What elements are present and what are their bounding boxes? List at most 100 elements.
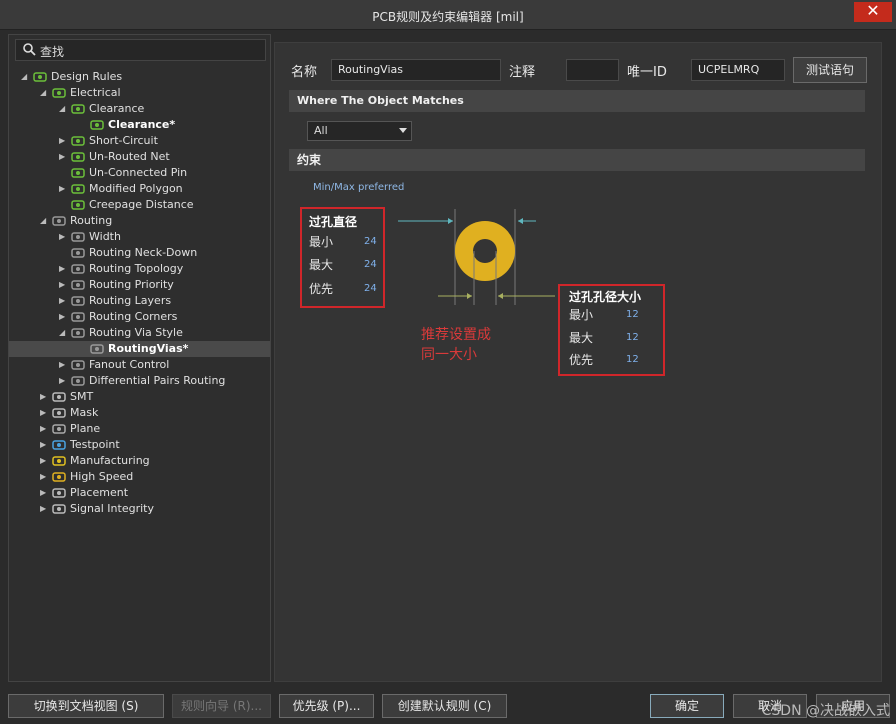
expand-arrow-icon[interactable]: ▶ — [59, 149, 67, 165]
tree-item[interactable]: ◢ Design Rules — [9, 69, 270, 85]
tree-item-label: Mask — [70, 406, 99, 419]
via-diameter-box: 过孔直径 最小 24 最大 24 优先 24 — [300, 207, 385, 308]
hole-arrowhead-left — [467, 293, 472, 299]
via-diameter-max-value[interactable]: 24 — [364, 259, 377, 270]
expand-arrow-icon[interactable]: ▶ — [59, 261, 67, 277]
where-select[interactable]: All — [307, 121, 412, 141]
where-header: Where The Object Matches — [289, 90, 865, 112]
expand-arrow-icon[interactable]: ▶ — [40, 405, 48, 421]
expand-arrow-icon[interactable]: ▶ — [40, 485, 48, 501]
tree-item[interactable]: ▶ Routing Layers — [9, 293, 270, 309]
watermark: CSDN @决战嵌入式 — [761, 703, 890, 719]
tree-item[interactable]: ▶ Routing Corners — [9, 309, 270, 325]
recommendation-note: 推荐设置成 同一大小 — [421, 325, 491, 365]
via-diagram — [398, 209, 555, 305]
tree-item[interactable]: ▶ Short-Circuit — [9, 133, 270, 149]
tree-item[interactable]: Routing Neck-Down — [9, 245, 270, 261]
mask-icon — [52, 408, 66, 418]
tree-item-label: Signal Integrity — [70, 502, 154, 515]
tree-item[interactable]: ▶ Routing Topology — [9, 261, 270, 277]
tree-item[interactable]: Creepage Distance — [9, 197, 270, 213]
tree-item[interactable]: Un-Connected Pin — [9, 165, 270, 181]
collapse-arrow-icon[interactable]: ◢ — [21, 69, 29, 85]
tree-item[interactable]: RoutingVias* — [9, 341, 270, 357]
expand-arrow-icon[interactable]: ▶ — [59, 309, 67, 325]
expand-arrow-icon[interactable]: ▶ — [40, 437, 48, 453]
tree-item[interactable]: ◢ Routing Via Style — [9, 325, 270, 341]
expand-arrow-icon[interactable]: ▶ — [59, 293, 67, 309]
tree-item[interactable]: ▶ Modified Polygon — [9, 181, 270, 197]
comment-field[interactable] — [566, 59, 619, 81]
create-default-rules-button[interactable]: 创建默认规则 (C) — [382, 694, 507, 718]
name-label: 名称 — [291, 65, 318, 80]
via-diameter-min-label: 最小 — [309, 235, 334, 249]
modified-polygon-icon — [71, 184, 85, 194]
expand-arrow-icon[interactable]: ▶ — [40, 421, 48, 437]
tree-item[interactable]: ▶ Testpoint — [9, 437, 270, 453]
tree-item[interactable]: ▶ Manufacturing — [9, 453, 270, 469]
tree-item[interactable]: ▶ Differential Pairs Routing — [9, 373, 270, 389]
placement-icon — [52, 488, 66, 498]
collapse-arrow-icon[interactable]: ◢ — [40, 213, 48, 229]
fanout-icon — [71, 360, 85, 370]
unique-id-field[interactable]: UCPELMRQ — [691, 59, 785, 81]
via-style-icon — [71, 328, 85, 338]
hole-size-box: 过孔孔径大小 最小 12 最大 12 优先 12 — [558, 284, 665, 376]
tree-item[interactable]: ▶ Routing Priority — [9, 277, 270, 293]
expand-arrow-icon[interactable]: ▶ — [59, 181, 67, 197]
minmax-hint: Min/Max preferred — [313, 182, 405, 193]
name-field[interactable]: RoutingVias — [331, 59, 501, 81]
layers-icon — [71, 296, 85, 306]
diff-pairs-icon — [71, 376, 85, 386]
expand-arrow-icon[interactable]: ▶ — [59, 229, 67, 245]
expand-arrow-icon[interactable]: ▶ — [40, 469, 48, 485]
test-query-button[interactable]: 测试语句 — [793, 57, 867, 83]
hole-size-pref-value[interactable]: 12 — [626, 354, 639, 365]
tree-item-label: Differential Pairs Routing — [89, 374, 226, 387]
routing-icon — [52, 216, 66, 226]
tree-item[interactable]: Clearance* — [9, 117, 270, 133]
close-button[interactable]: ✕ — [854, 2, 892, 22]
note-line-2: 同一大小 — [421, 347, 477, 363]
plane-icon — [52, 424, 66, 434]
collapse-arrow-icon[interactable]: ◢ — [59, 325, 67, 341]
rule-wizard-button[interactable]: 规则向导 (R)... — [172, 694, 271, 718]
tree-item[interactable]: ◢ Routing — [9, 213, 270, 229]
tree-item[interactable]: ▶ Plane — [9, 421, 270, 437]
expand-arrow-icon[interactable]: ▶ — [59, 133, 67, 149]
expand-arrow-icon[interactable]: ▶ — [40, 453, 48, 469]
tree-item-label: Routing — [70, 214, 113, 227]
hole-size-min-value[interactable]: 12 — [626, 309, 639, 320]
via-diameter-pref-value[interactable]: 24 — [364, 283, 377, 294]
tree-item-label: Clearance — [89, 102, 145, 115]
tree-item[interactable]: ▶ Un-Routed Net — [9, 149, 270, 165]
tree-item[interactable]: ▶ Signal Integrity — [9, 501, 270, 517]
expand-arrow-icon[interactable]: ▶ — [59, 373, 67, 389]
tree-item-label: Routing Via Style — [89, 326, 183, 339]
switch-doc-view-button[interactable]: 切换到文档视图 (S) — [8, 694, 164, 718]
tree-item[interactable]: ▶ Width — [9, 229, 270, 245]
search-input[interactable]: 查找 — [15, 39, 266, 61]
hole-size-max-value[interactable]: 12 — [626, 332, 639, 343]
ok-button[interactable]: 确定 — [650, 694, 724, 718]
collapse-arrow-icon[interactable]: ◢ — [40, 85, 48, 101]
tree-item[interactable]: ◢ Clearance — [9, 101, 270, 117]
expand-arrow-icon[interactable]: ▶ — [40, 389, 48, 405]
neck-down-icon — [71, 248, 85, 258]
tree-item[interactable]: ▶ Fanout Control — [9, 357, 270, 373]
design-rules-icon — [33, 72, 47, 82]
via-diameter-min-value[interactable]: 24 — [364, 236, 377, 247]
expand-arrow-icon[interactable]: ▶ — [59, 277, 67, 293]
tree-item[interactable]: ▶ Placement — [9, 485, 270, 501]
tree-item[interactable]: ▶ SMT — [9, 389, 270, 405]
constraints-header: 约束 — [289, 149, 865, 171]
note-line-1: 推荐设置成 — [421, 327, 491, 343]
tree-item[interactable]: ▶ Mask — [9, 405, 270, 421]
expand-arrow-icon[interactable]: ▶ — [59, 357, 67, 373]
tree-item[interactable]: ▶ High Speed — [9, 469, 270, 485]
collapse-arrow-icon[interactable]: ◢ — [59, 101, 67, 117]
expand-arrow-icon[interactable]: ▶ — [40, 501, 48, 517]
tree-item[interactable]: ◢ Electrical — [9, 85, 270, 101]
priority-button[interactable]: 优先级 (P)... — [279, 694, 374, 718]
via-diameter-arrowhead-left — [448, 218, 453, 224]
